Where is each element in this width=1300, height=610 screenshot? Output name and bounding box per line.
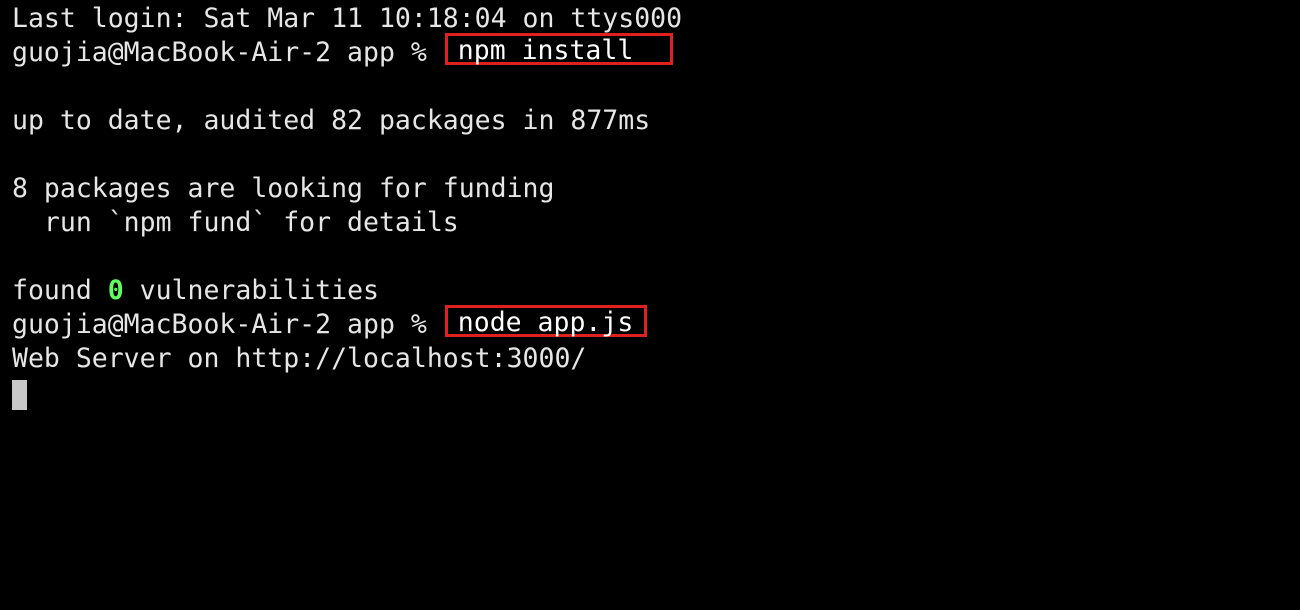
cursor-line[interactable]: [12, 376, 1300, 410]
funding-output-line: 8 packages are looking for funding: [12, 173, 555, 204]
vuln-prefix: found: [12, 275, 108, 306]
command-text: npm install: [457, 35, 634, 66]
last-login-line: Last login: Sat Mar 11 10:18:04 on ttys0…: [12, 3, 683, 34]
vuln-count: 0: [107, 275, 124, 306]
prompt-line-1: guojia@MacBook-Air-2 app % npm install: [12, 33, 1300, 70]
terminal-window[interactable]: Last login: Sat Mar 11 10:18:04 on ttys0…: [0, 0, 1300, 610]
vulnerabilities-line: found 0 vulnerabilities: [12, 274, 1300, 308]
highlighted-command-node-app: node app.js: [444, 305, 647, 338]
server-output-line: Web Server on http://localhost:3000/: [12, 343, 587, 374]
shell-prompt: guojia@MacBook-Air-2 app %: [12, 309, 443, 340]
shell-prompt: guojia@MacBook-Air-2 app %: [12, 37, 443, 68]
highlighted-command-npm-install: npm install: [444, 33, 673, 66]
fund-hint-line: run `npm fund` for details: [12, 207, 459, 238]
text-cursor: [12, 380, 27, 410]
command-text: node app.js: [457, 307, 634, 338]
audit-output-line: up to date, audited 82 packages in 877ms: [12, 105, 651, 136]
vuln-suffix: vulnerabilities: [123, 275, 379, 306]
prompt-line-2: guojia@MacBook-Air-2 app % node app.js: [12, 305, 1300, 342]
